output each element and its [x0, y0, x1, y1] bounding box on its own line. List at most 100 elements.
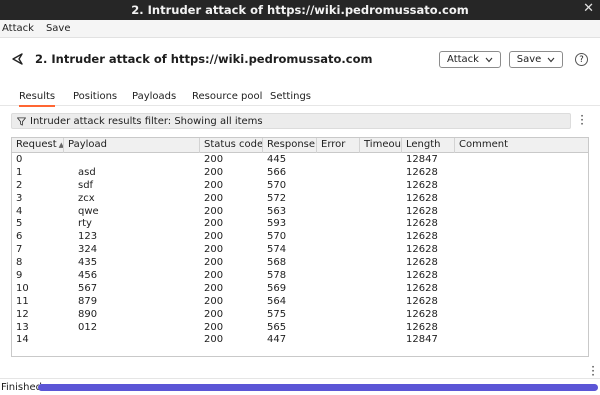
cell-request: 11 — [16, 295, 29, 307]
col-error[interactable]: Error — [317, 138, 360, 153]
cell-request: 6 — [16, 231, 23, 243]
table-row[interactable]: 4 qwe 200 563 12628 — [12, 206, 588, 219]
table-row[interactable]: 8 435 200 568 12628 — [12, 257, 588, 270]
more-options-icon[interactable]: · · · — [591, 361, 595, 381]
cell-request: 0 — [16, 154, 23, 165]
table-row[interactable]: 3 zcx 200 572 12628 — [12, 193, 588, 206]
table-row[interactable]: 10 567 200 569 12628 — [12, 283, 588, 296]
cell-response-received: 572 — [267, 192, 287, 204]
cell-status-code: 200 — [204, 257, 224, 269]
cell-error — [317, 206, 321, 219]
col-length[interactable]: Length — [402, 138, 455, 153]
cell-payload: sdf — [78, 179, 94, 191]
table-row[interactable]: 2 sdf 200 570 12628 — [12, 180, 588, 193]
tab-results[interactable]: Results — [19, 91, 56, 107]
cell-payload — [64, 154, 78, 167]
progress-fill — [38, 384, 598, 391]
cell-payload: 123 — [78, 231, 98, 243]
cell-error — [317, 334, 321, 347]
cell-request: 3 — [16, 192, 23, 204]
tab-resource-pool[interactable]: Resource pool — [192, 91, 262, 105]
save-button-label: Save — [516, 54, 542, 65]
tab-bar: Results Positions Payloads Resource pool… — [0, 90, 600, 107]
table-row[interactable]: 6 123 200 570 12628 — [12, 231, 588, 244]
menu-save[interactable]: Save — [46, 23, 71, 34]
help-icon[interactable]: ? — [575, 53, 588, 66]
cell-response-received: 565 — [267, 321, 287, 333]
status-label: Finished — [1, 382, 42, 393]
cell-response-received: 564 — [267, 295, 287, 307]
col-payload[interactable]: Payload — [64, 138, 200, 153]
cell-payload: 456 — [78, 270, 98, 282]
cell-request: 12 — [16, 308, 29, 320]
results-filter-bar[interactable]: Intruder attack results filter: Showing … — [11, 113, 571, 129]
table-body: 0 200 445 12847 1 asd 200 566 12628 2 sdf 200 570 126… — [12, 154, 588, 347]
send-back-icon[interactable] — [10, 52, 24, 66]
window-titlebar: 2. Intruder attack of https://wiki.pedro… — [0, 0, 600, 20]
page-title: 2. Intruder attack of https://wiki.pedro… — [35, 52, 373, 66]
tab-payloads[interactable]: Payloads — [132, 91, 176, 105]
cell-error — [317, 154, 321, 167]
menubar: Attack Save — [0, 20, 600, 38]
table-row[interactable]: 0 200 445 12847 — [12, 154, 588, 167]
cell-length: 12628 — [406, 179, 438, 191]
table-row[interactable]: 14 200 447 12847 — [12, 334, 588, 347]
table-row[interactable]: 1 asd 200 566 12628 — [12, 167, 588, 180]
cell-payload: asd — [78, 166, 96, 178]
filter-icon — [17, 116, 26, 126]
more-options-icon[interactable]: · · · — [580, 110, 584, 130]
attack-button[interactable]: Attack — [439, 51, 501, 68]
tab-settings[interactable]: Settings — [270, 91, 311, 105]
cell-timeout — [360, 218, 364, 231]
cell-payload: zcx — [78, 192, 95, 204]
cell-length: 12628 — [406, 166, 438, 178]
cell-comment — [455, 257, 459, 270]
col-response-received[interactable]: Response ... — [263, 138, 317, 153]
cell-comment — [455, 167, 459, 180]
table-row[interactable]: 12 890 200 575 12628 — [12, 309, 588, 322]
cell-error — [317, 296, 321, 309]
menu-attack[interactable]: Attack — [2, 23, 34, 34]
col-request-label: Request — [16, 139, 57, 150]
cell-error — [317, 244, 321, 257]
cell-payload: 324 — [78, 244, 98, 256]
cell-request: 10 — [16, 282, 29, 294]
cell-timeout — [360, 270, 364, 283]
cell-length: 12628 — [406, 295, 438, 307]
table-row[interactable]: 13 012 200 565 12628 — [12, 322, 588, 335]
cell-request: 5 — [16, 218, 23, 230]
col-request[interactable]: Request ▲ — [12, 138, 64, 153]
tab-positions[interactable]: Positions — [73, 91, 117, 105]
results-table: Request▲ Payload Status code Response ..… — [11, 137, 589, 357]
cell-timeout — [360, 334, 364, 347]
cell-request: 9 — [16, 270, 23, 282]
cell-status-code: 200 — [204, 282, 224, 294]
col-timeout[interactable]: Timeout — [360, 138, 402, 153]
table-row[interactable]: 5 rty 200 593 12628 — [12, 218, 588, 231]
col-comment[interactable]: Comment — [455, 138, 588, 153]
save-button[interactable]: Save — [509, 51, 563, 68]
cell-status-code: 200 — [204, 231, 224, 243]
cell-status-code: 200 — [204, 321, 224, 333]
table-row[interactable]: 9 456 200 578 12628 — [12, 270, 588, 283]
cell-status-code: 200 — [204, 244, 224, 256]
cell-error — [317, 270, 321, 283]
cell-response-received: 563 — [267, 205, 287, 217]
cell-payload: 567 — [78, 282, 98, 294]
cell-error — [317, 257, 321, 270]
cell-timeout — [360, 257, 364, 270]
cell-length: 12628 — [406, 244, 438, 256]
cell-comment — [455, 206, 459, 219]
cell-comment — [455, 270, 459, 283]
close-icon[interactable]: ✕ — [583, 1, 594, 16]
cell-status-code: 200 — [204, 218, 224, 230]
cell-response-received: 574 — [267, 244, 287, 256]
cell-status-code: 200 — [204, 154, 224, 165]
cell-payload — [64, 334, 78, 347]
cell-request: 13 — [16, 321, 29, 333]
cell-timeout — [360, 244, 364, 257]
table-row[interactable]: 11 879 200 564 12628 — [12, 296, 588, 309]
table-row[interactable]: 7 324 200 574 12628 — [12, 244, 588, 257]
col-status-code[interactable]: Status code — [200, 138, 263, 153]
cell-comment — [455, 193, 459, 206]
